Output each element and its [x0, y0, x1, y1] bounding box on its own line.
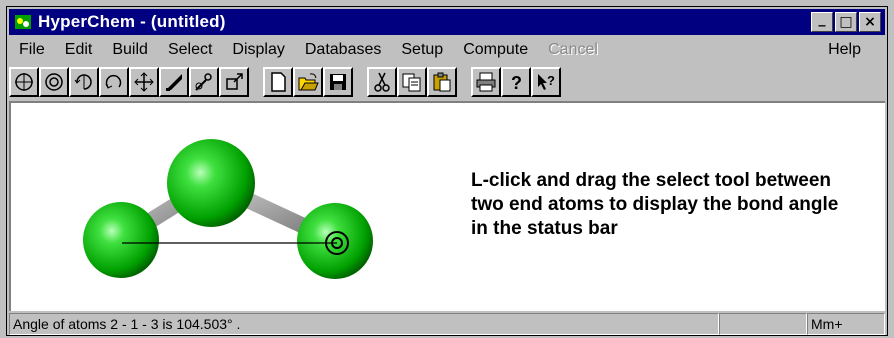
print-button[interactable] — [471, 67, 501, 97]
maximize-icon: □ — [839, 14, 853, 30]
new-file-button[interactable] — [263, 67, 293, 97]
svg-text:?: ? — [547, 73, 555, 88]
select-sphere-button[interactable] — [39, 67, 69, 97]
open-file-button[interactable] — [293, 67, 323, 97]
status-mode: Mm+ — [807, 313, 885, 335]
maximize-button[interactable]: □ — [835, 12, 857, 32]
new-file-icon — [271, 72, 286, 92]
menu-databases[interactable]: Databases — [295, 41, 392, 59]
status-pane-blank — [719, 313, 807, 335]
context-help-icon: ? — [538, 73, 555, 90]
hyperchem-app-icon[interactable] — [14, 13, 32, 31]
rotate-z-icon — [105, 74, 122, 89]
menu-bar: File Edit Build Select Display Databases… — [9, 37, 885, 63]
status-message: Angle of atoms 2 - 1 - 3 is 104.503° . — [9, 313, 719, 335]
zoom-icon — [226, 73, 243, 90]
cut-icon — [374, 72, 390, 92]
menu-select[interactable]: Select — [158, 41, 222, 59]
help-icon: ? — [511, 73, 522, 93]
copy-icon — [402, 73, 421, 92]
print-icon — [476, 72, 496, 92]
toolbar: ? ? — [9, 65, 885, 99]
svg-text:?: ? — [511, 73, 522, 93]
menu-file[interactable]: File — [9, 41, 55, 59]
menu-compute[interactable]: Compute — [453, 41, 538, 59]
menu-cancel: Cancel — [548, 41, 598, 58]
minimize-icon: _ — [818, 11, 826, 27]
status-bar: Angle of atoms 2 - 1 - 3 is 104.503° . M… — [9, 313, 885, 335]
molecule-workspace[interactable]: L-click and drag the select tool between… — [9, 101, 885, 311]
zoom-button[interactable] — [219, 67, 249, 97]
select-tool-button[interactable] — [9, 67, 39, 97]
menu-display[interactable]: Display — [222, 41, 294, 59]
paste-button[interactable] — [427, 67, 457, 97]
menu-setup[interactable]: Setup — [391, 41, 453, 59]
main-window: HyperChem - (untitled) _ □ × File Edit B… — [6, 6, 888, 336]
help-button[interactable]: ? — [501, 67, 531, 97]
save-file-icon — [330, 74, 346, 90]
menu-edit[interactable]: Edit — [55, 41, 103, 59]
rotate-xy-button[interactable] — [69, 67, 99, 97]
window-title: HyperChem - (untitled) — [38, 12, 226, 31]
atom-3[interactable] — [297, 203, 373, 279]
select-tool-icon — [15, 73, 33, 91]
draw-button[interactable] — [159, 67, 189, 97]
close-icon: × — [864, 14, 876, 30]
save-file-button[interactable] — [323, 67, 353, 97]
minimize-button[interactable]: _ — [811, 12, 833, 32]
paste-icon — [433, 72, 451, 92]
select-sphere-icon — [45, 73, 63, 91]
close-button[interactable]: × — [859, 12, 881, 32]
rotate-xy-icon — [74, 74, 92, 90]
title-bar[interactable]: HyperChem - (untitled) _ □ × — [9, 9, 885, 35]
magnify-icon — [195, 73, 212, 91]
open-file-icon — [298, 73, 319, 91]
draw-icon — [166, 74, 182, 91]
copy-button[interactable] — [397, 67, 427, 97]
rotate-z-button[interactable] — [99, 67, 129, 97]
magnify-button[interactable] — [189, 67, 219, 97]
context-help-button[interactable]: ? — [531, 67, 561, 97]
translate-button[interactable] — [129, 67, 159, 97]
menu-build[interactable]: Build — [102, 41, 158, 59]
cut-button[interactable] — [367, 67, 397, 97]
translate-icon — [134, 72, 154, 92]
menu-help[interactable]: Help — [818, 41, 871, 59]
atom-2[interactable] — [83, 202, 159, 278]
atom-1[interactable] — [167, 139, 255, 227]
instruction-text: L-click and drag the select tool between… — [471, 170, 839, 239]
